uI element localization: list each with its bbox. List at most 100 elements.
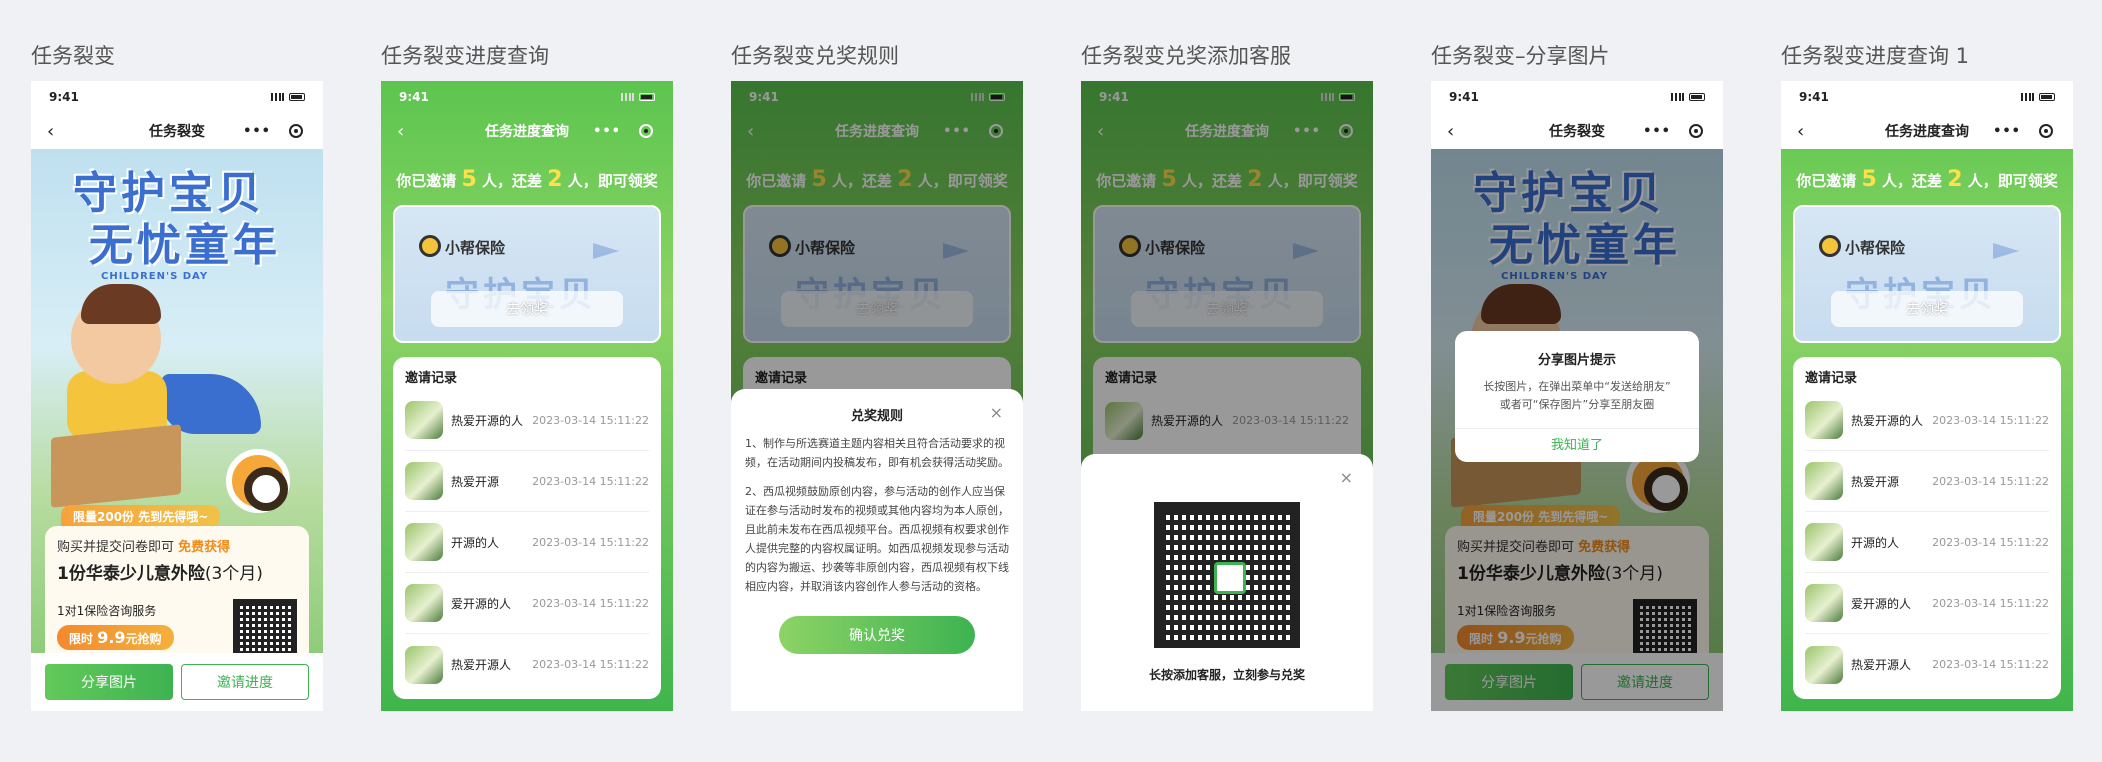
share-tip-dialog: 分享图片提示 长按图片，在弹出菜单中“发送给朋友” 或者可“保存图片”分享至朋友圈… [1455, 331, 1699, 462]
avatar [1805, 645, 1843, 684]
service-sheet: × 长按添加客服，立刻参与兑奖 [1081, 454, 1373, 711]
list-item: 爱开源的人 2023-03-14 15:11:22 [405, 573, 649, 634]
back-chevron-icon[interactable]: ‹ [1447, 121, 1454, 142]
target-icon[interactable] [2039, 124, 2053, 138]
battery-icon [1689, 93, 1705, 101]
record-name: 爱开源的人 [451, 596, 512, 611]
column-title: 任务裂变–分享图片 [1431, 44, 1610, 68]
rules-sheet: 兑奖规则 × 1、制作与所选赛道主题内容相关且符合活动要求的视频，在活动期间内投… [731, 389, 1023, 711]
close-icon[interactable]: × [1340, 468, 1353, 487]
nav-bar: ‹ 任务裂变 ••• [31, 113, 323, 149]
promo-product: 1份华泰少儿意外险 [57, 564, 205, 584]
signal-icon [271, 93, 284, 101]
invite-count: 5 [461, 167, 477, 192]
dialog-body: 长按图片，在弹出菜单中“发送给朋友” 或者可“保存图片”分享至朋友圈 [1455, 368, 1699, 428]
brand-logo: 小帮保险 [1819, 235, 1905, 258]
bottom-action-bar: 分享图片 邀请进度 [31, 653, 323, 711]
nav-title: 任务裂变 [149, 124, 205, 140]
status-bar: 9:41 [1781, 81, 2073, 113]
confirm-redeem-button[interactable]: 确认兑奖 [779, 616, 975, 654]
invite-suffix: 人，即可领奖 [567, 172, 658, 190]
phone-screen: 9:41 ‹ 任务进度查询 ••• 你已邀请 5 人，还差 2 人，即可领奖 小… [381, 81, 673, 711]
avatar [405, 523, 443, 561]
phone-screen: 9:41 ‹ 任务进度查询 ••• 你已邀请 5 人，还差 2 人，即可领奖 小… [731, 81, 1023, 711]
invite-progress-button[interactable]: 邀请进度 [181, 664, 309, 700]
back-chevron-icon[interactable]: ‹ [397, 121, 404, 142]
list-item: 热爱开源 2023-03-14 15:11:22 [1805, 451, 2049, 512]
target-icon[interactable] [289, 124, 303, 138]
status-bar: 9:41 [1431, 81, 1723, 113]
more-dots-icon[interactable]: ••• [1643, 124, 1671, 139]
list-item: 热爱开源的人 2023-03-14 15:11:22 [1805, 390, 2049, 451]
records-title: 邀请记录 [1805, 371, 1858, 386]
promo-duration: (3个月) [204, 564, 263, 584]
record-name: 热爱开源的人 [451, 413, 524, 428]
signal-icon [621, 93, 634, 101]
avatar [1805, 523, 1843, 561]
more-dots-icon[interactable]: ••• [593, 124, 621, 139]
nav-bar: ‹ 任务进度查询 ••• [381, 113, 673, 149]
claim-prize-button[interactable]: 去领奖 [1831, 291, 2023, 327]
invite-mid: 人，还差 [1881, 172, 1942, 190]
record-name: 热爱开源人 [451, 658, 512, 672]
list-item: 爱开源的人 2023-03-14 15:11:22 [1805, 573, 2049, 634]
record-name: 爱开源的人 [1851, 596, 1912, 611]
column-title: 任务裂变 [31, 44, 115, 68]
record-date: 2023-03-14 15:11:22 [1932, 596, 2049, 610]
nav-bar: ‹ 任务裂变 ••• [1431, 113, 1723, 149]
record-name: 开源的人 [451, 535, 500, 550]
more-dots-icon[interactable]: ••• [1993, 124, 2021, 139]
signal-icon [1671, 93, 1684, 101]
nav-bar: ‹ 任务进度查询 ••• [1781, 113, 2073, 149]
record-date: 2023-03-14 15:11:22 [1932, 535, 2049, 549]
back-chevron-icon[interactable]: ‹ [1797, 121, 1804, 142]
invite-summary: 你已邀请 5 人，还差 2 人，即可领奖 [381, 167, 673, 192]
nav-title: 任务进度查询 [485, 124, 569, 140]
target-icon[interactable] [1689, 124, 1703, 138]
got-it-button[interactable]: 我知道了 [1455, 428, 1699, 462]
target-icon[interactable] [639, 124, 653, 138]
close-icon[interactable]: × [990, 403, 1003, 422]
service-caption: 长按添加客服，立刻参与兑奖 [1148, 668, 1305, 682]
invite-records: 邀请记录 热爱开源的人 2023-03-14 15:11:22 热爱开源 2023-… [1793, 357, 2061, 699]
record-date: 2023-03-14 15:11:22 [532, 596, 649, 610]
column-title: 任务裂变进度查询 1 [1781, 44, 1970, 68]
hero-subtitle: CHILDREN'S DAY [101, 271, 209, 282]
status-bar: 9:41 [381, 81, 673, 113]
limited-tag: 限量200份 先到先得哦~ [61, 505, 221, 528]
avatar [1805, 584, 1843, 622]
dialog-body-line2: 或者可“保存图片”分享至朋友圈 [1499, 398, 1655, 411]
dialog-body-line1: 长按图片，在弹出菜单中“发送给朋友” [1483, 380, 1671, 393]
invite-remain: 2 [547, 167, 563, 192]
rules-paragraph-1: 1、制作与所选赛道主题内容相关且符合活动要求的视频，在活动期间内投稿发布，即有机… [745, 437, 1009, 469]
nav-title: 任务进度查询 [1885, 124, 1969, 140]
rules-paragraph-2: 2、西瓜视频鼓励原创内容，参与活动的创作人应当保证在参与活动时发布的视频或其他内… [745, 485, 1009, 593]
record-name: 热爱开源 [1851, 474, 1900, 489]
list-item: 开源的人 2023-03-14 15:11:22 [1805, 512, 2049, 573]
more-dots-icon[interactable]: ••• [243, 124, 271, 139]
list-item: 热爱开源人 2023-03-14 15:11:22 [405, 634, 649, 695]
avatar [1805, 401, 1843, 439]
back-chevron-icon[interactable]: ‹ [47, 121, 54, 142]
prize-banner: 小帮保险 守护宝贝 去领奖 [1793, 205, 2061, 343]
battery-icon [289, 93, 305, 101]
cardboard-box-graphic [51, 424, 181, 508]
column-title: 任务裂变兑奖规则 [731, 44, 899, 68]
limit-price-badge[interactable]: 限时 9.9元抢购 [57, 625, 174, 650]
record-date: 2023-03-14 15:11:22 [532, 535, 649, 549]
avatar [405, 584, 443, 622]
limit-price: 9.9 [97, 628, 126, 647]
records-title: 邀请记录 [405, 371, 458, 386]
claim-prize-button[interactable]: 去领奖 [431, 291, 623, 327]
hero-title-line2: 无忧童年 [89, 220, 281, 271]
paper-plane-icon [593, 243, 619, 259]
promo-highlight: 免费获得 [178, 540, 231, 555]
phone-screen: 守护宝贝 无忧童年 CHILDREN'S DAY 9:41 ‹ 任务裂变 •••… [1431, 81, 1723, 711]
avatar [405, 645, 443, 684]
list-item: 热爱开源的人 2023-03-14 15:11:22 [405, 390, 649, 451]
status-time: 9:41 [49, 90, 79, 104]
record-date: 2023-03-14 15:11:22 [532, 413, 649, 427]
share-image-button[interactable]: 分享图片 [45, 664, 173, 700]
service-qr-code[interactable] [1154, 502, 1300, 648]
boy-hair-graphic [81, 284, 161, 324]
